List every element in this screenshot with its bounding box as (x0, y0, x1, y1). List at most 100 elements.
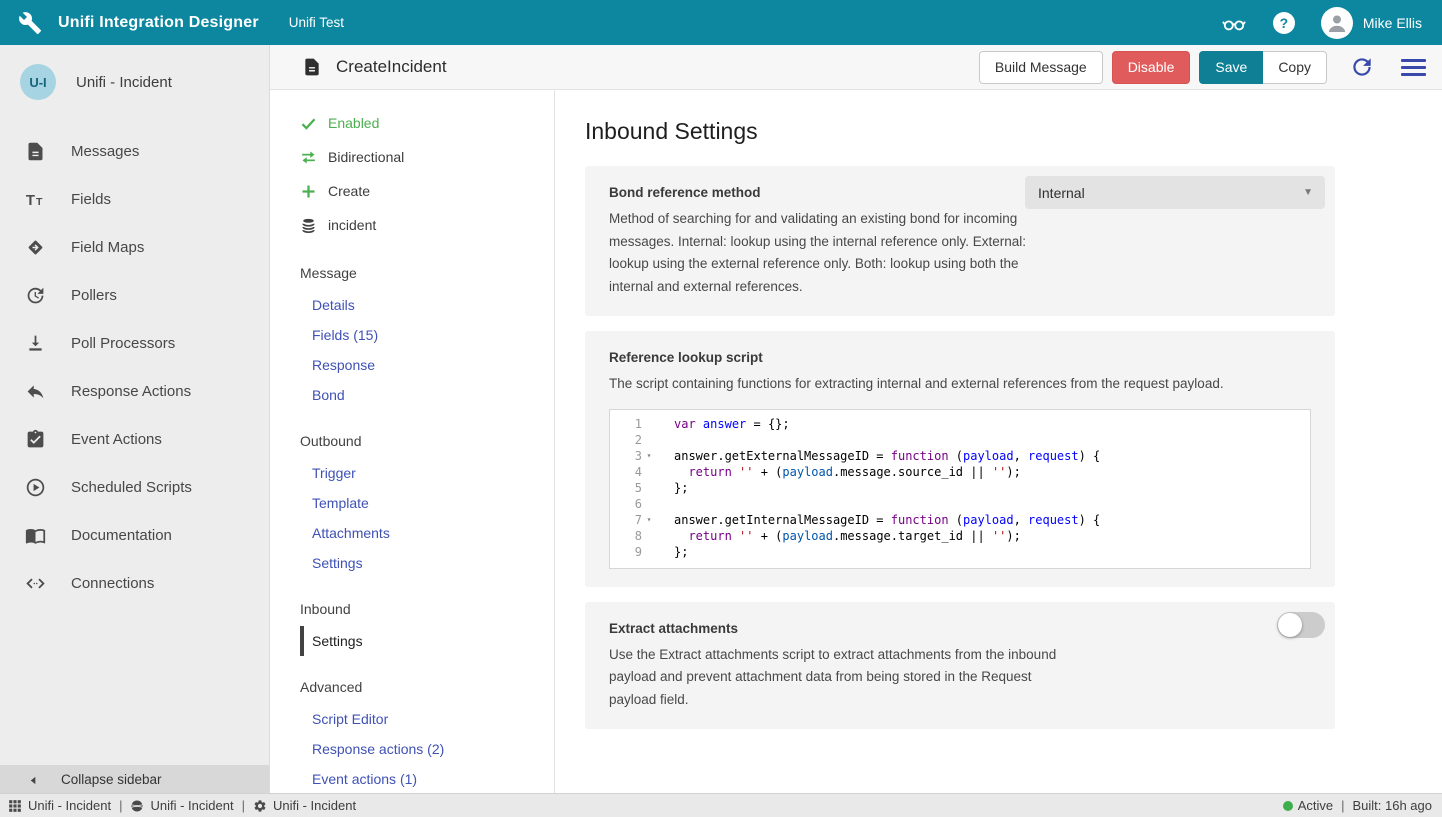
nav-section-title: Outbound (270, 424, 554, 458)
sidebar-item-connections[interactable]: Connections (0, 559, 269, 607)
nav-section-title: Message (270, 256, 554, 290)
active-status-label: Active (1298, 798, 1333, 813)
nav-link-settings[interactable]: Settings (300, 626, 554, 656)
field-label: Reference lookup script (609, 350, 1311, 365)
nav-section-message: MessageDetailsFields (15)ResponseBond (270, 256, 554, 410)
message-title: CreateIncident (336, 57, 447, 77)
nav-section-title: Inbound (270, 592, 554, 626)
message-status-incident[interactable]: incident (270, 208, 554, 242)
sidebar-item-label: Response Actions (71, 383, 191, 400)
database-icon (300, 217, 317, 234)
copy-button[interactable]: Copy (1263, 51, 1327, 84)
nav-link-bond[interactable]: Bond (270, 380, 554, 410)
code-text: return '' + (payload.message.target_id |… (656, 528, 1021, 544)
disable-button[interactable]: Disable (1112, 51, 1191, 84)
nav-link-response[interactable]: Response (270, 350, 554, 380)
nav-link-response-actions-2[interactable]: Response actions (2) (270, 734, 554, 764)
sidebar-item-scheduled-scripts[interactable]: Scheduled Scripts (0, 463, 269, 511)
bidirectional-icon (300, 149, 317, 166)
svg-text:T: T (36, 195, 43, 207)
build-message-button[interactable]: Build Message (979, 51, 1103, 84)
refresh-icon[interactable] (1349, 54, 1375, 80)
fields-icon: TT (25, 189, 46, 210)
event-actions-icon (25, 429, 46, 450)
line-number: 3 (610, 448, 642, 464)
save-button[interactable]: Save (1199, 51, 1263, 84)
nav-link-script-editor[interactable]: Script Editor (270, 704, 554, 734)
user-menu[interactable]: Mike Ellis (1321, 7, 1422, 39)
fold-arrow-icon[interactable]: ▾ (642, 448, 656, 464)
nav-section-advanced: AdvancedScript EditorResponse actions (2… (270, 670, 554, 793)
sidebar-item-event-actions[interactable]: Event Actions (0, 415, 269, 463)
integration-avatar: U-I (20, 64, 56, 100)
code-text: return '' + (payload.message.source_id |… (656, 464, 1021, 480)
documentation-icon (25, 525, 46, 546)
nav-link-fields-15[interactable]: Fields (15) (270, 320, 554, 350)
check-icon (300, 115, 317, 132)
grid-icon (8, 799, 22, 813)
code-line: 2 (610, 432, 1310, 448)
statusbar-item-label: Unifi - Incident (150, 798, 233, 813)
field-maps-icon (25, 237, 46, 258)
nav-link-trigger[interactable]: Trigger (270, 458, 554, 488)
nav-link-details[interactable]: Details (270, 290, 554, 320)
sidebar-item-label: Scheduled Scripts (71, 479, 192, 496)
sidebar-item-label: Pollers (71, 287, 117, 304)
fold-gutter (642, 544, 656, 560)
nav-link-attachments[interactable]: Attachments (270, 518, 554, 548)
sidebar-item-response-actions[interactable]: Response Actions (0, 367, 269, 415)
sidebar-item-label: Fields (71, 191, 111, 208)
nav-link-event-actions-1[interactable]: Event actions (1) (270, 764, 554, 793)
panel-extract-attachments: Extract attachments Use the Extract atta… (585, 602, 1335, 730)
code-text (656, 432, 681, 448)
integration-account[interactable]: U-I Unifi - Incident (0, 45, 269, 110)
sidebar-item-label: Messages (71, 143, 139, 160)
sidebar-item-poll-processors[interactable]: Poll Processors (0, 319, 269, 367)
sidebar-item-messages[interactable]: Messages (0, 127, 269, 175)
nav-link-settings[interactable]: Settings (270, 548, 554, 578)
statusbar-item[interactable]: Unifi - Incident (253, 798, 356, 813)
environment-tab[interactable]: Unifi Test (289, 15, 344, 30)
statusbar-item[interactable]: Unifi - Incident (130, 798, 233, 813)
panel-reference-lookup-script: Reference lookup script The script conta… (585, 331, 1335, 587)
separator: | (119, 798, 122, 813)
svg-text:T: T (26, 192, 35, 208)
nav-link-template[interactable]: Template (270, 488, 554, 518)
hamburger-menu-icon[interactable] (1401, 54, 1426, 80)
app-window: Unifi Integration Designer Unifi Test ? … (0, 0, 1442, 817)
sidebar-item-fields[interactable]: TT Fields (0, 175, 269, 223)
field-label: Extract attachments (609, 621, 1311, 636)
active-status-dot (1283, 801, 1293, 811)
sidebar-item-pollers[interactable]: Pollers (0, 271, 269, 319)
statusbar-item[interactable]: Unifi - Incident (8, 798, 111, 813)
message-status-create[interactable]: Create (270, 174, 554, 208)
sidebar-item-documentation[interactable]: Documentation (0, 511, 269, 559)
line-number: 5 (610, 480, 642, 496)
pollers-icon (25, 285, 46, 306)
status-label: Enabled (328, 115, 379, 131)
status-label: Create (328, 183, 370, 199)
message-status-bidirectional[interactable]: Bidirectional (270, 140, 554, 174)
integration-name: Unifi - Incident (76, 74, 172, 91)
field-description: Method of searching for and validating a… (609, 208, 1059, 298)
help-icon[interactable]: ? (1273, 12, 1295, 34)
status-label: Bidirectional (328, 149, 404, 165)
message-status-enabled[interactable]: Enabled (270, 106, 554, 140)
sidebar-item-field-maps[interactable]: Field Maps (0, 223, 269, 271)
user-name: Mike Ellis (1363, 15, 1422, 31)
fold-gutter (642, 480, 656, 496)
bond-reference-method-select[interactable]: Internal ▼ (1025, 176, 1325, 209)
field-description: Use the Extract attachments script to ex… (609, 644, 1059, 712)
line-number: 6 (610, 496, 642, 512)
reference-lookup-script-editor[interactable]: 1var answer = {};2 3▾answer.getExternalM… (609, 409, 1311, 569)
sidebar: U-I Unifi - Incident Messages TT Fields Fie… (0, 45, 270, 793)
nav-section-outbound: OutboundTriggerTemplateAttachmentsSettin… (270, 424, 554, 578)
code-text: var answer = {}; (656, 416, 790, 432)
messages-icon (25, 141, 46, 162)
collapse-sidebar-button[interactable]: Collapse sidebar (0, 765, 269, 793)
code-line: 9}; (610, 544, 1310, 560)
fold-arrow-icon[interactable]: ▾ (642, 512, 656, 528)
extract-attachments-toggle[interactable] (1277, 612, 1325, 638)
sidebar-item-label: Poll Processors (71, 335, 175, 352)
glasses-icon[interactable] (1221, 10, 1247, 36)
